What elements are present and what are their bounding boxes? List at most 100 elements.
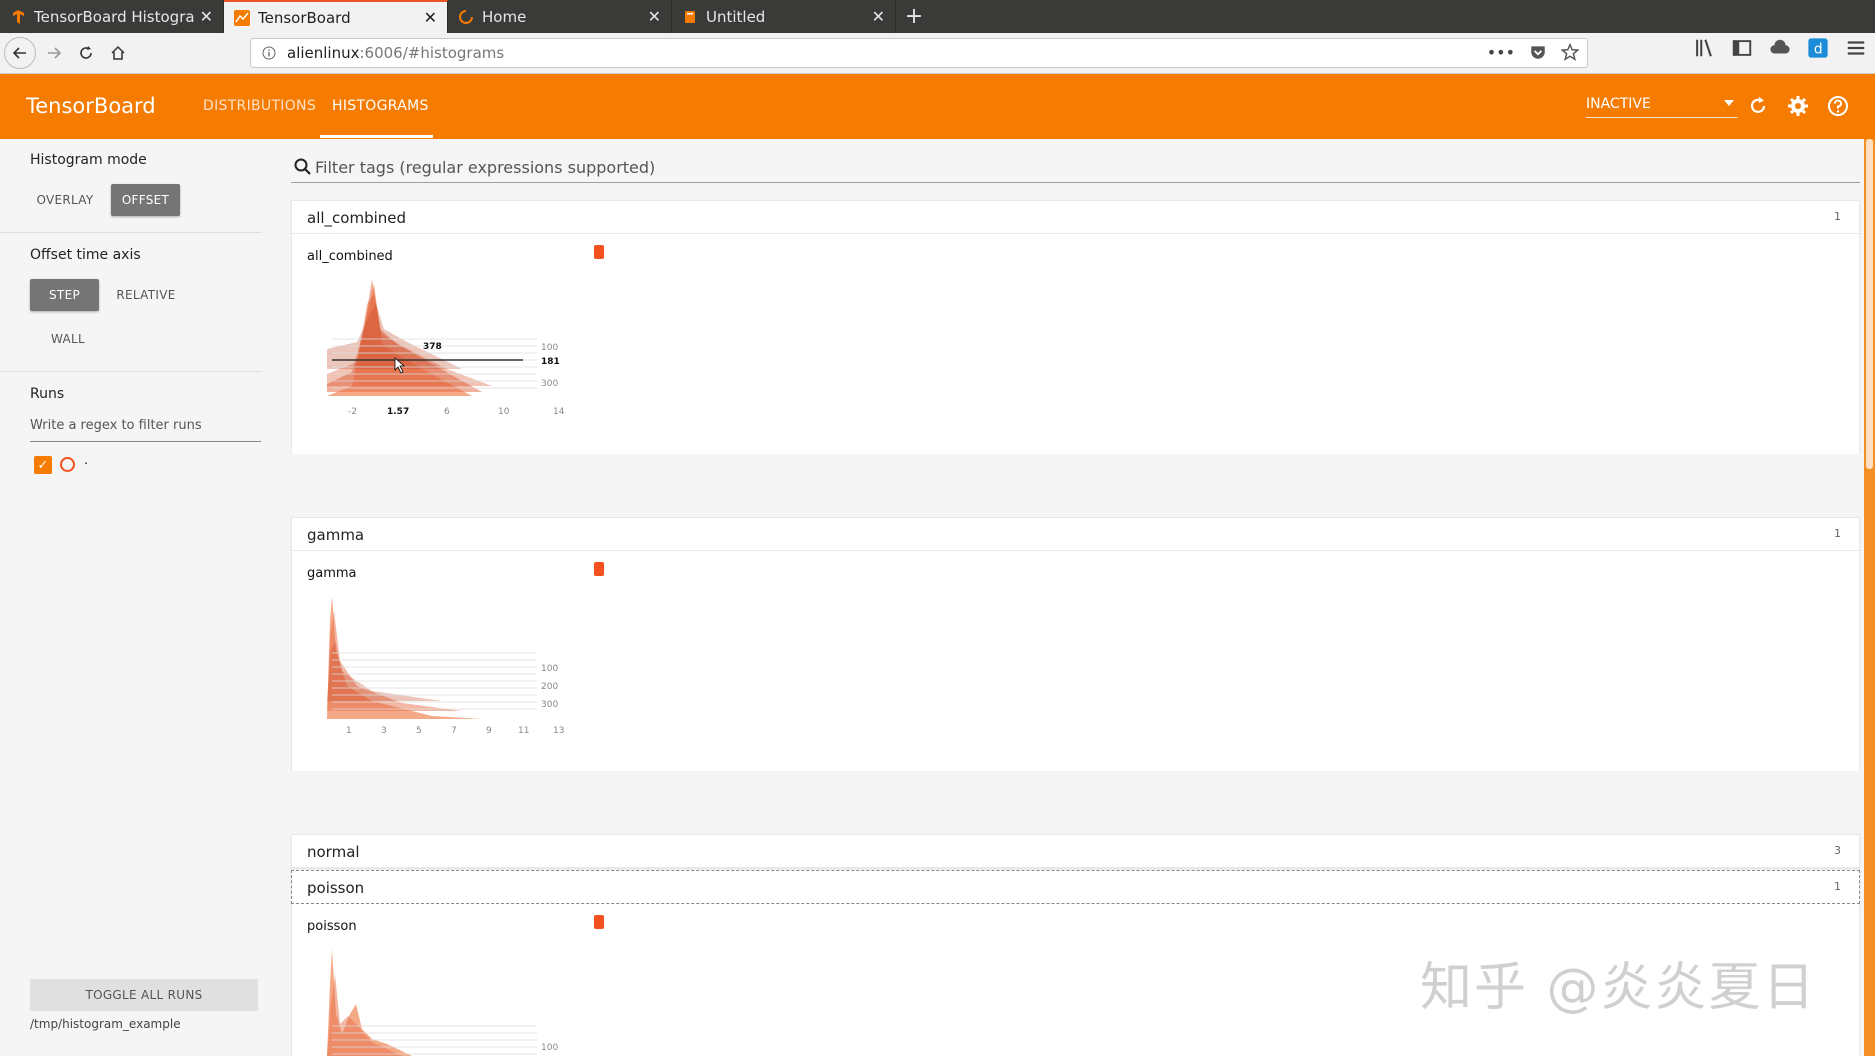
back-button[interactable] (4, 37, 36, 69)
tensorboard-header: TensorBoard DISTRIBUTIONS HISTOGRAMS INA… (0, 74, 1875, 139)
browser-tab-home[interactable]: Home ✕ (448, 0, 672, 33)
notebook-icon (685, 10, 695, 23)
cloud-icon[interactable] (1769, 37, 1791, 59)
main-content: Filter tags (regular expressions support… (291, 139, 1860, 1056)
histogram-ridges (327, 949, 537, 1056)
tab-title: Untitled (706, 7, 766, 26)
hover-count-label: 378 (423, 342, 442, 352)
sidebar: Histogram mode OVERLAY OFFSET Offset tim… (0, 139, 277, 1056)
inactive-dashboards-select[interactable]: INACTIVE (1586, 96, 1738, 118)
browser-tab-untitled[interactable]: Untitled ✕ (672, 0, 896, 33)
arrow-right-icon (48, 47, 62, 59)
step-axis-button[interactable]: STEP (30, 279, 99, 311)
browser-tab-tensorboard-histogram[interactable]: TensorBoard Histogram ✕ (0, 0, 224, 33)
browser-tab-tensorboard[interactable]: TensorBoard ✕ (224, 0, 448, 33)
category-header-normal[interactable]: normal 3 (291, 834, 1860, 868)
browser-tab-bar: TensorBoard Histogram ✕ TensorBoard ✕ Ho… (0, 0, 1875, 33)
refresh-icon[interactable] (1746, 94, 1770, 118)
y-tick-label: 300 (541, 379, 558, 389)
divider (0, 371, 261, 372)
tab-histograms[interactable]: HISTOGRAMS (332, 98, 429, 114)
category-name: all_combined (307, 209, 407, 227)
bookmark-star-icon[interactable] (1561, 43, 1579, 61)
wall-axis-button[interactable]: WALL (30, 323, 106, 355)
pocket-icon[interactable] (1529, 43, 1547, 61)
close-tab-icon[interactable]: ✕ (648, 7, 661, 26)
run-color-swatch[interactable] (60, 457, 75, 472)
page-actions-icon[interactable]: ••• (1487, 43, 1515, 62)
x-tick-label: 3 (381, 726, 387, 736)
relative-axis-button[interactable]: RELATIVE (108, 279, 184, 311)
svg-text:d: d (1814, 42, 1823, 58)
active-tab-indicator (320, 135, 433, 138)
offset-mode-button[interactable]: OFFSET (111, 184, 180, 216)
extension-d-icon[interactable]: d (1807, 37, 1829, 59)
histogram-mode-heading: Histogram mode (30, 152, 147, 168)
hamburger-menu-icon[interactable] (1845, 37, 1867, 59)
tab-distributions[interactable]: DISTRIBUTIONS (203, 98, 316, 114)
close-tab-icon[interactable]: ✕ (872, 7, 885, 26)
page-scrollbar-thumb[interactable] (1866, 139, 1873, 469)
y-tick-label-hover: 181 (541, 357, 560, 367)
home-button[interactable] (102, 37, 134, 69)
category-name: poisson (307, 879, 365, 897)
forward-button[interactable] (38, 37, 70, 69)
category-pane-all-combined: all_combined 100 181 300 -2 1.57 6 10 14… (291, 234, 1860, 616)
category-name: gamma (307, 526, 365, 544)
reload-button[interactable] (70, 37, 102, 69)
histogram-ridges (327, 596, 537, 719)
close-tab-icon[interactable]: ✕ (200, 7, 213, 26)
category-pane-gamma: gamma 100 200 300 1 3 5 7 9 11 13 (291, 551, 1860, 933)
histogram-chart-gamma[interactable]: 100 200 300 1 3 5 7 9 11 13 (312, 591, 612, 741)
tab-title: Home (482, 7, 527, 26)
category-header-gamma[interactable]: gamma 1 (291, 517, 1860, 551)
category-header-poisson[interactable]: poisson 1 (291, 870, 1860, 904)
category-header-all-combined[interactable]: all_combined 1 (291, 200, 1860, 234)
chevron-down-icon (1724, 100, 1734, 106)
category-count: 3 (1834, 844, 1841, 857)
x-tick-label-hover: 1.57 (387, 407, 409, 417)
url-path: :6006/#histograms (359, 44, 505, 62)
help-icon[interactable] (1826, 94, 1850, 118)
runs-filter-input[interactable]: Write a regex to filter runs (30, 418, 261, 442)
x-tick-label: 10 (498, 407, 510, 417)
tag-filter-input[interactable]: Filter tags (regular expressions support… (291, 153, 1860, 183)
logdir-path: /tmp/histogram_example (30, 1017, 181, 1031)
category-name: normal (307, 843, 360, 861)
tab-title: TensorBoard (258, 8, 351, 27)
category-count: 1 (1834, 210, 1841, 223)
histogram-chart-poisson[interactable]: 100 (312, 944, 612, 1056)
x-tick-label: 9 (486, 726, 492, 736)
y-tick-label: 100 (541, 1043, 558, 1053)
run-checkbox[interactable]: ✓ (34, 456, 52, 474)
library-icon[interactable] (1693, 37, 1715, 59)
histogram-ridges (327, 279, 537, 396)
info-icon[interactable] (261, 45, 277, 61)
y-tick-label: 300 (541, 700, 558, 710)
checkmark-icon: ✓ (37, 457, 49, 473)
settings-gear-icon[interactable] (1786, 94, 1810, 118)
run-color-indicator (594, 245, 604, 259)
browser-nav-bar: alienlinux:6006/#histograms ••• d (0, 33, 1875, 74)
overlay-mode-button[interactable]: OVERLAY (30, 184, 100, 216)
sidebar-toggle-icon[interactable] (1731, 37, 1753, 59)
y-tick-label: 100 (541, 664, 558, 674)
divider (0, 232, 261, 233)
x-tick-label: 11 (518, 726, 529, 736)
run-color-indicator (594, 915, 604, 929)
close-tab-icon[interactable]: ✕ (424, 8, 437, 27)
histogram-chart-all-combined[interactable]: 100 181 300 -2 1.57 6 10 14 378 (312, 274, 612, 424)
card-title: poisson (307, 919, 357, 934)
y-tick-label: 200 (541, 682, 558, 692)
arrow-left-icon (12, 47, 26, 59)
url-bar[interactable]: alienlinux:6006/#histograms ••• (250, 38, 1588, 68)
url-host: alienlinux (287, 44, 360, 62)
new-tab-button[interactable]: + (896, 0, 932, 33)
app-title: TensorBoard (26, 94, 156, 118)
category-count: 1 (1834, 880, 1841, 893)
run-color-indicator (594, 562, 604, 576)
x-tick-label: 14 (553, 407, 565, 417)
home-icon (111, 45, 125, 60)
tensorboard-icon (234, 9, 250, 26)
toggle-all-runs-button[interactable]: TOGGLE ALL RUNS (30, 979, 258, 1011)
